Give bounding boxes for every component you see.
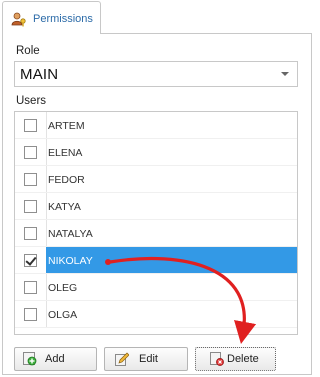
user-checkbox[interactable] xyxy=(24,173,37,186)
tab-label: Permissions xyxy=(33,13,93,25)
user-checkbox[interactable] xyxy=(24,200,37,213)
user-name: NATALYA xyxy=(48,228,93,240)
list-item[interactable]: NATALYA xyxy=(15,220,297,247)
list-item[interactable]: FEDOR xyxy=(15,166,297,193)
role-label: Role xyxy=(16,45,40,57)
user-checkbox[interactable] xyxy=(24,254,37,267)
list-item[interactable]: KATYA xyxy=(15,193,297,220)
user-name: KATYA xyxy=(48,201,81,213)
user-name: OLGA xyxy=(48,309,78,321)
edit-button[interactable]: Edit xyxy=(104,347,188,371)
delete-label: Delete xyxy=(227,353,259,365)
list-item[interactable]: ELENA xyxy=(15,139,297,166)
edit-label: Edit xyxy=(139,353,158,365)
role-value: MAIN xyxy=(20,66,59,83)
list-item[interactable]: OLEG xyxy=(15,274,297,301)
user-name: FEDOR xyxy=(48,174,85,186)
user-name: NIKOLAY xyxy=(48,255,93,267)
user-checkbox[interactable] xyxy=(24,227,37,240)
add-label: Add xyxy=(45,353,65,365)
user-name: OLEG xyxy=(48,282,78,294)
user-checkbox[interactable] xyxy=(24,146,37,159)
list-item-selected[interactable]: NIKOLAY xyxy=(15,247,297,274)
add-button[interactable]: Add xyxy=(14,347,97,371)
user-name: ARTEM xyxy=(48,120,85,132)
chevron-down-icon[interactable] xyxy=(281,72,289,76)
role-combobox[interactable]: MAIN xyxy=(14,61,298,87)
add-icon xyxy=(23,352,37,366)
user-checkbox[interactable] xyxy=(24,281,37,294)
list-item[interactable]: OLGA xyxy=(15,301,297,328)
user-checkbox[interactable] xyxy=(24,308,37,321)
pencil-icon xyxy=(115,352,130,366)
users-label: Users xyxy=(16,95,47,107)
users-list[interactable]: ARTEM ELENA FEDOR KATYA NATALYA NIKOLAY … xyxy=(14,111,298,335)
delete-icon xyxy=(210,352,224,366)
tab-strip: Permissions xyxy=(0,0,314,35)
user-name: ELENA xyxy=(48,147,83,159)
users-key-icon xyxy=(11,11,27,27)
tab-permissions[interactable]: Permissions xyxy=(2,1,101,34)
delete-button[interactable]: Delete xyxy=(195,347,276,371)
user-checkbox[interactable] xyxy=(24,119,37,132)
list-item[interactable]: ARTEM xyxy=(15,112,297,139)
